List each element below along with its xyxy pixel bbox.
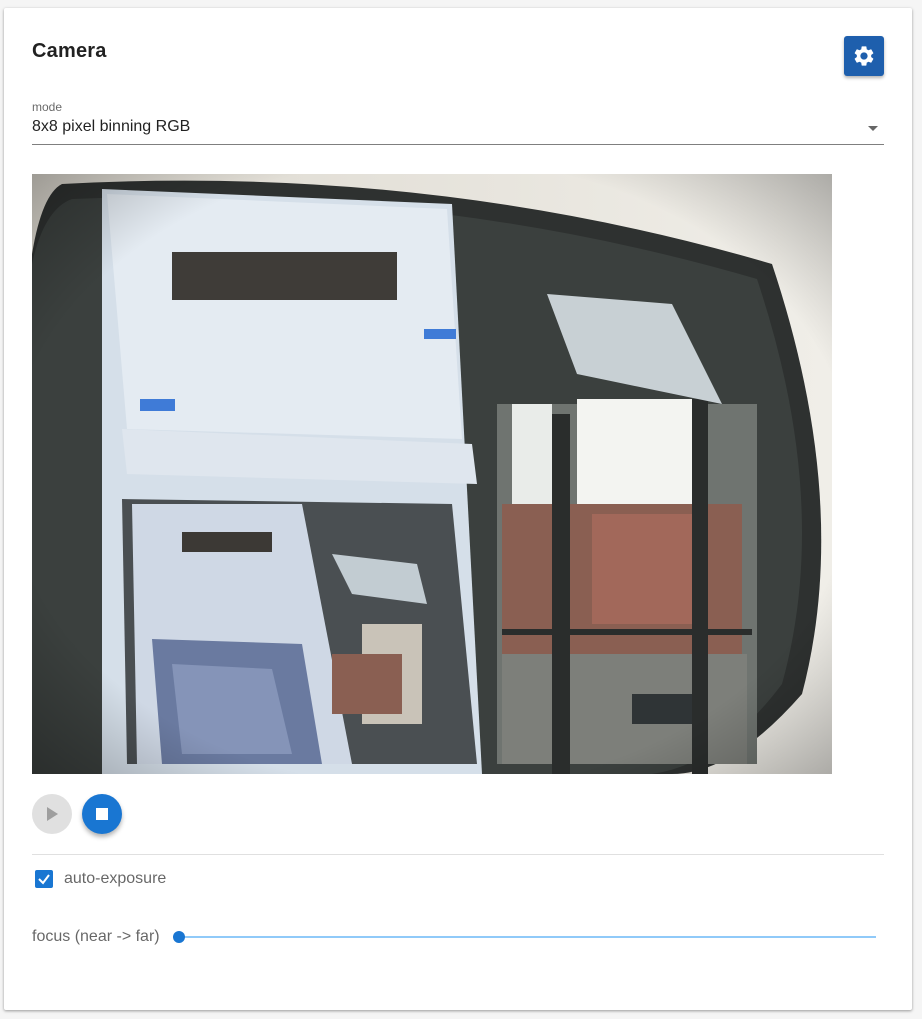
- mode-value: 8x8 pixel binning RGB: [32, 118, 191, 135]
- focus-slider-thumb[interactable]: [173, 931, 185, 943]
- play-button[interactable]: [32, 794, 72, 834]
- settings-button[interactable]: [844, 36, 884, 76]
- divider: [32, 854, 884, 855]
- mode-select[interactable]: mode 8x8 pixel binning RGB: [32, 100, 884, 145]
- card-title: Camera: [32, 40, 107, 62]
- stop-button[interactable]: [82, 794, 122, 834]
- camera-preview: [32, 174, 832, 774]
- stop-icon: [96, 808, 108, 820]
- auto-exposure-checkbox[interactable]: [35, 870, 53, 888]
- mode-label: mode: [32, 100, 63, 114]
- focus-label: focus (near -> far): [32, 928, 160, 945]
- gear-icon: [854, 46, 874, 66]
- play-icon: [47, 807, 58, 821]
- dropdown-arrow-icon: [868, 126, 878, 131]
- checkmark-icon: [38, 874, 50, 885]
- focus-slider-track[interactable]: [179, 936, 876, 938]
- camera-card: Camera mode 8x8 pixel binning RGB auto-e…: [4, 8, 912, 1010]
- auto-exposure-label: auto-exposure: [64, 870, 167, 887]
- camera-image: [32, 174, 832, 774]
